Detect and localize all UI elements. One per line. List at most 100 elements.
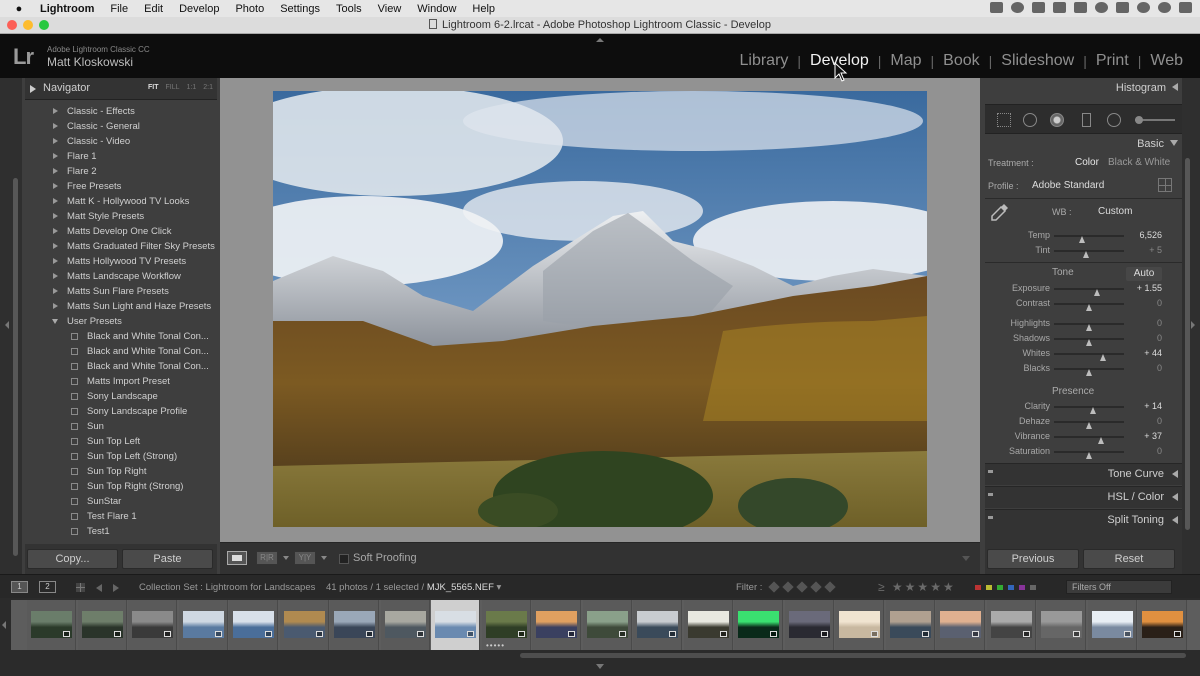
menu-view[interactable]: View <box>378 3 402 15</box>
collapsed-triangle-icon[interactable] <box>53 243 58 249</box>
treatment-color-option[interactable]: Color <box>1075 157 1099 168</box>
slider-exposure[interactable]: Exposure + 1.55 <box>988 282 1178 296</box>
red-label-icon[interactable] <box>975 585 981 590</box>
basic-header[interactable]: Basic <box>1137 138 1178 150</box>
close-window-button[interactable] <box>7 20 17 30</box>
filters-select[interactable]: Filters Off <box>1066 580 1172 594</box>
filmstrip-thumbnail[interactable] <box>380 600 430 650</box>
slider-track[interactable] <box>1054 288 1124 296</box>
filmstrip-thumbnail[interactable] <box>582 600 632 650</box>
collapsed-triangle-icon[interactable] <box>53 183 58 189</box>
second-screen-button[interactable]: 2 <box>39 581 56 593</box>
split-toning-header[interactable]: Split Toning <box>985 509 1182 544</box>
preset-item[interactable]: Test Flare 1 <box>25 509 215 524</box>
top-panel-toggle-icon[interactable] <box>596 38 604 42</box>
filmstrip-thumbnail[interactable] <box>128 600 177 650</box>
flag-unflagged-icon[interactable] <box>782 581 794 593</box>
module-print[interactable]: Print <box>1087 52 1138 70</box>
filmstrip-thumbnail[interactable] <box>229 600 278 650</box>
rating-filter-stars[interactable]: ≥ ★★★★★ <box>878 580 956 594</box>
auto-tone-button[interactable]: Auto <box>1126 267 1162 281</box>
treatment-bw-option[interactable]: Black & White <box>1108 157 1170 168</box>
menu-develop[interactable]: Develop <box>179 3 219 15</box>
module-library[interactable]: Library <box>731 52 798 70</box>
apple-icon[interactable]: ● <box>12 3 26 15</box>
zoom-fill[interactable]: FILL <box>166 84 180 91</box>
preset-folder[interactable]: Matts Sun Flare Presets <box>25 284 215 299</box>
preset-folder[interactable]: Classic - Effects <box>25 104 215 119</box>
preset-folder[interactable]: Matts Landscape Workflow <box>25 269 215 284</box>
zoom-window-button[interactable] <box>39 20 49 30</box>
preset-item[interactable]: Sun Top Left (Strong) <box>25 449 215 464</box>
collapsed-triangle-icon[interactable] <box>53 153 58 159</box>
profile-browser-icon[interactable] <box>1158 178 1172 192</box>
slider-value[interactable]: 0 <box>1157 416 1162 426</box>
collapsed-triangle-icon[interactable] <box>53 138 58 144</box>
filmstrip-thumbnail[interactable] <box>77 600 127 650</box>
soft-proofing-checkbox[interactable] <box>339 554 349 564</box>
slider-vibrance[interactable]: Vibrance + 37 <box>988 430 1178 444</box>
module-web[interactable]: Web <box>1141 52 1192 70</box>
slider-thumb[interactable] <box>1086 324 1092 331</box>
panel-switch-icon[interactable] <box>988 516 993 519</box>
navigator-header[interactable]: Navigator FIT FILL 1:1 2:1 <box>25 78 217 100</box>
expand-triangle-icon[interactable] <box>30 85 36 93</box>
preset-folder[interactable]: Free Presets <box>25 179 215 194</box>
menu-file[interactable]: File <box>110 3 128 15</box>
filmstrip-thumbnail[interactable] <box>532 600 581 650</box>
filmstrip-thumbnail[interactable] <box>279 600 329 650</box>
panel-switch-icon[interactable] <box>988 493 993 496</box>
collapsed-triangle-icon[interactable] <box>53 108 58 114</box>
previous-settings-button[interactable]: Previous <box>987 549 1079 569</box>
preset-folder[interactable]: User Presets <box>25 314 215 329</box>
notification-center-icon[interactable] <box>1179 2 1192 13</box>
collapsed-triangle-icon[interactable] <box>53 123 58 129</box>
camera-icon[interactable] <box>990 2 1003 13</box>
flag-reject-icon[interactable] <box>796 581 808 593</box>
filmstrip-thumbnail[interactable] <box>1138 600 1187 650</box>
yellow-label-icon[interactable] <box>986 585 992 590</box>
preset-folder[interactable]: Matts Sun Light and Haze Presets <box>25 299 215 314</box>
paste-settings-button[interactable]: Paste <box>122 549 213 569</box>
filmstrip-thumbnail[interactable] <box>330 600 379 650</box>
eyedropper-icon[interactable] <box>990 202 1010 222</box>
slider-thumb[interactable] <box>1086 369 1092 376</box>
slider-thumb[interactable] <box>1086 339 1092 346</box>
slider-track[interactable] <box>1054 436 1124 444</box>
slider-thumb[interactable] <box>1083 251 1090 258</box>
creative-cloud-icon[interactable] <box>1011 2 1024 13</box>
copy-settings-button[interactable]: Copy... <box>27 549 118 569</box>
preset-item[interactable]: Sun <box>25 419 215 434</box>
menu-tools[interactable]: Tools <box>336 3 362 15</box>
panel-switch-icon[interactable] <box>988 470 993 473</box>
zoom-fit[interactable]: FIT <box>148 84 159 91</box>
collapsed-triangle-icon[interactable] <box>53 198 58 204</box>
green-label-icon[interactable] <box>997 585 1003 590</box>
preset-folder[interactable]: Matts Graduated Filter Sky Presets <box>25 239 215 254</box>
filmstrip-thumbnail[interactable] <box>27 600 76 650</box>
slider-value[interactable]: 0 <box>1157 333 1162 343</box>
bottom-panel-toggle-icon[interactable] <box>596 664 604 669</box>
preset-item[interactable]: Sony Landscape Profile <box>25 404 215 419</box>
slider-value[interactable]: 0 <box>1157 363 1162 373</box>
hsl-color-header[interactable]: HSL / Color <box>985 486 1182 508</box>
filter-lines-icon[interactable] <box>824 581 836 593</box>
slider-value[interactable]: + 14 <box>1144 401 1162 411</box>
toolbar-content-menu-icon[interactable] <box>962 556 970 561</box>
slider-track[interactable] <box>1054 235 1124 243</box>
slider-blacks[interactable]: Blacks 0 <box>988 362 1178 376</box>
slider-track[interactable] <box>1054 406 1124 414</box>
bluetooth-icon[interactable] <box>1074 2 1087 13</box>
expanded-triangle-icon[interactable] <box>52 319 58 324</box>
forward-arrow-icon[interactable] <box>113 584 119 592</box>
main-screen-button[interactable]: 1 <box>11 581 28 593</box>
filmstrip-thumbnail[interactable] <box>1037 600 1086 650</box>
preset-folder[interactable]: Classic - General <box>25 119 215 134</box>
collapsed-triangle-icon[interactable] <box>53 303 58 309</box>
preset-item[interactable]: Test1 <box>25 524 215 539</box>
filmstrip-source[interactable]: Collection Set : Lightroom for Landscape… <box>139 582 501 593</box>
main-photo[interactable] <box>273 91 927 527</box>
adjustment-brush-icon[interactable] <box>1135 116 1175 124</box>
filmstrip-thumbnail[interactable] <box>683 600 733 650</box>
slider-contrast[interactable]: Contrast 0 <box>988 297 1178 311</box>
